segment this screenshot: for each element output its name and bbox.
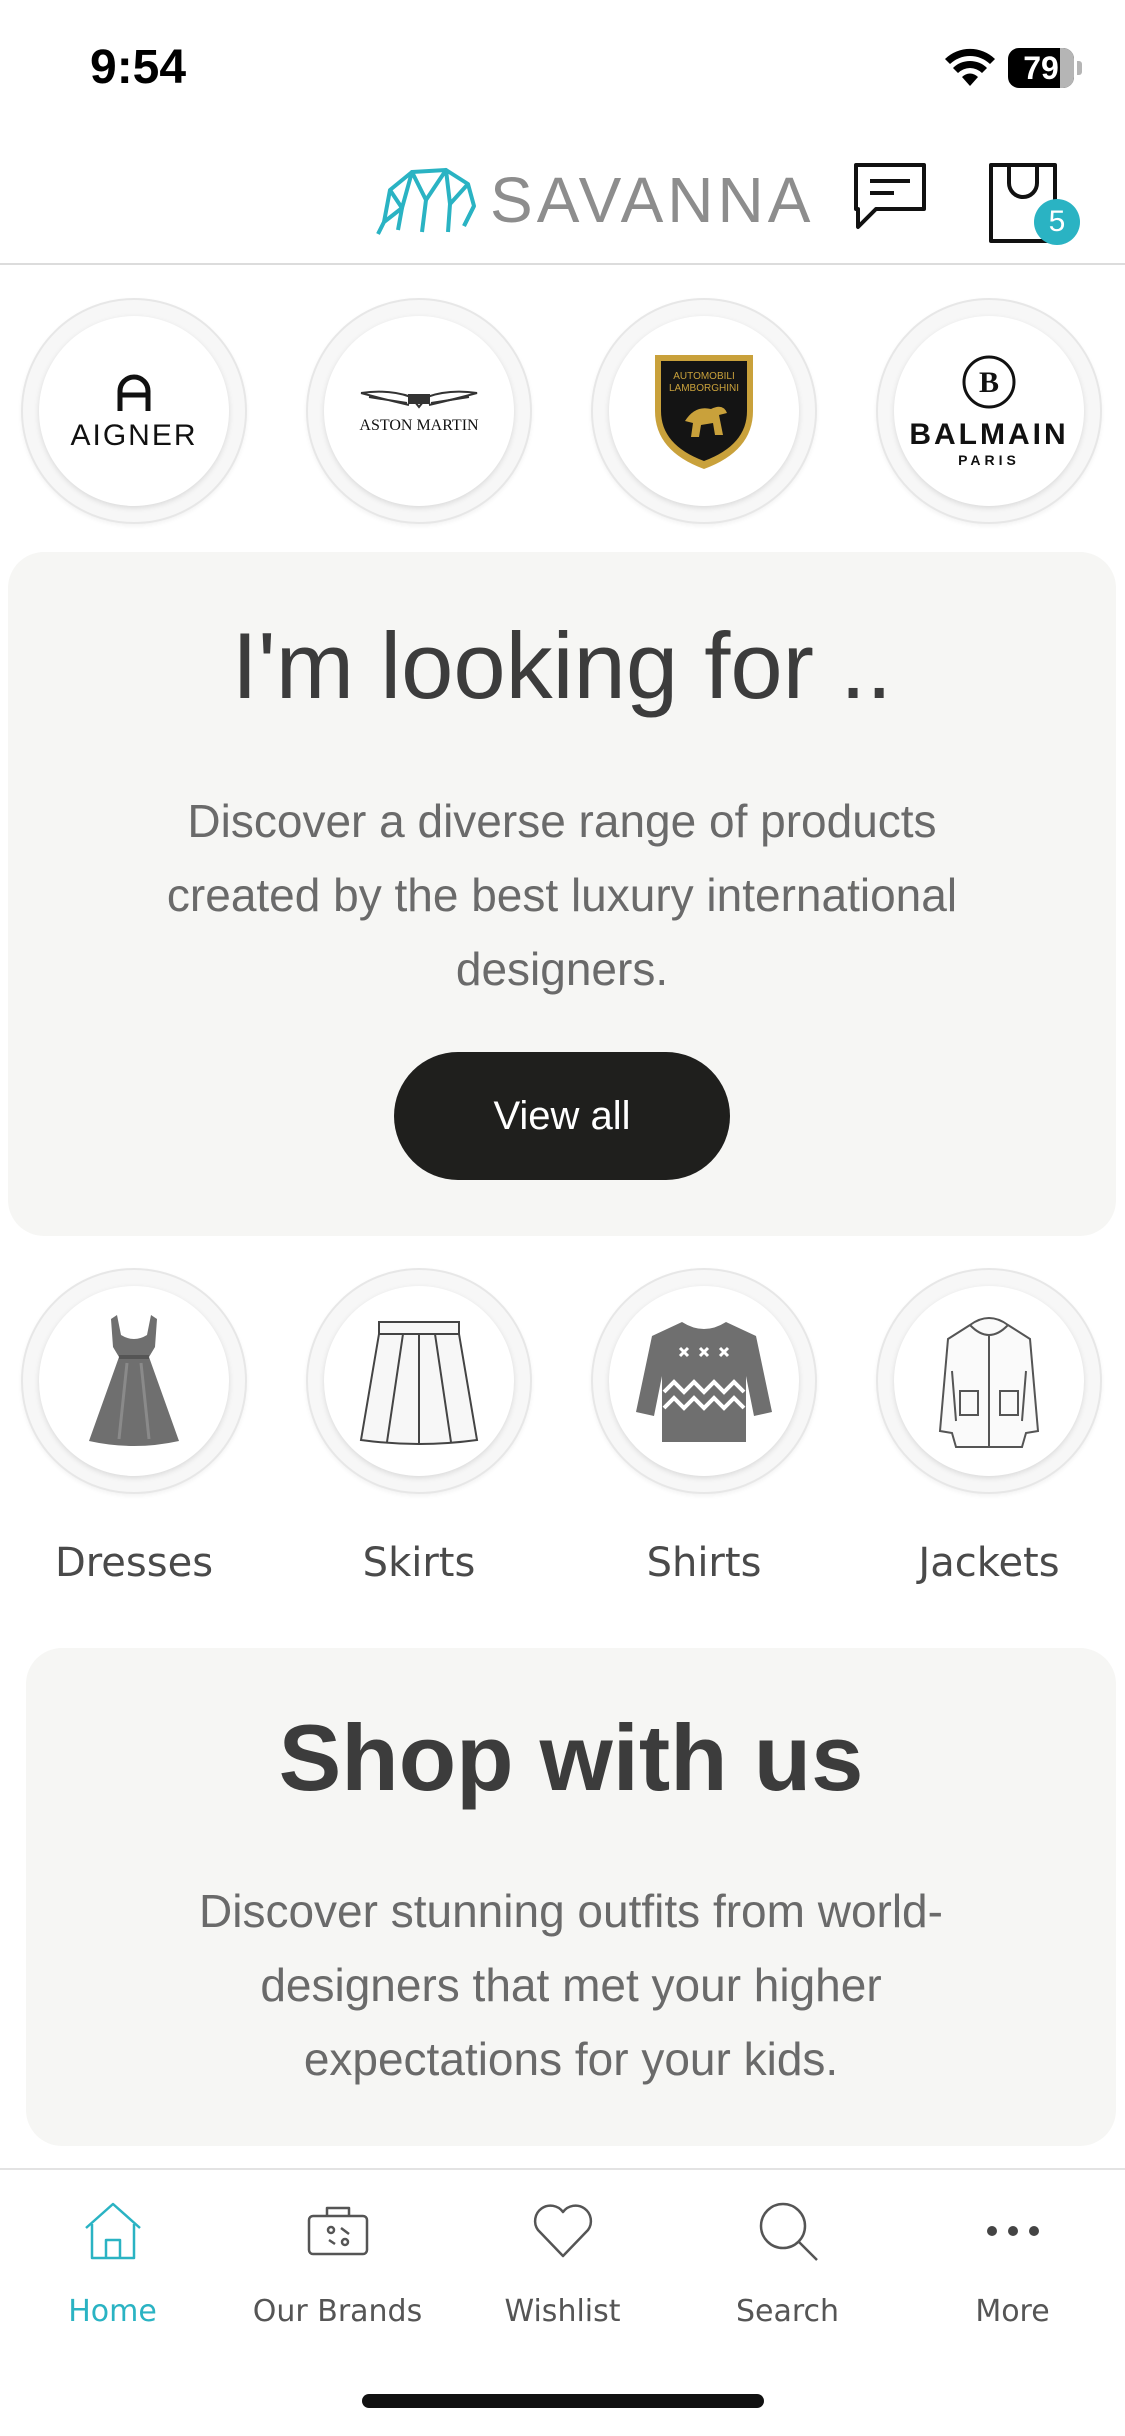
tab-label-our-brands: Our Brands <box>252 2294 423 2329</box>
shop-title: Shop with us <box>278 1705 864 1810</box>
tab-search[interactable]: Search <box>675 2170 900 2330</box>
brand-name-aigner: AIGNER <box>70 419 198 452</box>
tab-label-home: Home <box>68 2294 157 2329</box>
status-bar: 9:54 79 <box>0 0 1125 135</box>
categories-row <box>0 1268 1125 1498</box>
tab-label-search: Search <box>735 2294 840 2329</box>
search-icon <box>759 2202 818 2261</box>
aston-martin-wings-icon <box>360 390 478 409</box>
brand-name-aston-martin: ASTON MARTIN <box>359 417 479 434</box>
tab-label-more: More <box>975 2294 1050 2329</box>
tab-our-brands[interactable]: Our Brands <box>225 2170 450 2330</box>
wifi-icon <box>945 48 995 86</box>
hero-title: I'm looking for .. <box>231 613 893 718</box>
chat-icon[interactable] <box>850 159 930 233</box>
balmain-b-logo-icon: B <box>962 355 1016 409</box>
category-item-skirts[interactable] <box>306 1268 532 1494</box>
tab-home[interactable]: Home <box>0 2170 225 2330</box>
home-indicator[interactable] <box>362 2394 764 2408</box>
brand-subname-balmain: PARIS <box>958 452 1020 468</box>
category-label-jackets[interactable]: Jackets <box>849 1540 1125 1586</box>
battery-level-text: 79 <box>1023 50 1059 86</box>
hero-card: I'm looking for .. Discover a diverse ra… <box>8 552 1116 1236</box>
brand-item-lamborghini[interactable]: AUTOMOBILI LAMBORGHINI <box>591 298 817 524</box>
sweater-icon <box>636 1322 772 1442</box>
brand-item-balmain[interactable]: B BALMAIN PARIS <box>876 298 1102 524</box>
battery-indicator: 79 <box>1008 48 1082 88</box>
lamborghini-shield-icon <box>655 355 753 469</box>
home-icon <box>85 2202 141 2260</box>
app-header: SAVANNA 5 <box>0 135 1125 265</box>
category-label-shirts[interactable]: Shirts <box>564 1540 844 1586</box>
brand-name-balmain: BALMAIN <box>909 418 1069 451</box>
brand-name-lamborghini: AUTOMOBILI LAMBORGHINI <box>668 371 739 394</box>
category-item-dresses[interactable] <box>21 1268 247 1494</box>
brands-row: AIGNER ASTON MARTIN AUTOMOBILI LAMBORGHI… <box>0 298 1125 528</box>
status-time: 9:54 <box>90 41 187 94</box>
view-all-button[interactable]: View all <box>394 1052 730 1180</box>
dress-icon <box>89 1315 179 1446</box>
tab-label-wishlist: Wishlist <box>504 2294 621 2329</box>
shop-description: Discover stunning outfits from world-des… <box>199 1885 943 2085</box>
cart-count-badge: 5 <box>1034 199 1080 245</box>
svg-text:B: B <box>979 366 999 399</box>
hero-description: Discover a diverse range of products cre… <box>166 795 958 995</box>
more-dots-icon <box>987 2226 1039 2236</box>
shop-card: Shop with us Discover stunning outfits f… <box>26 1648 1116 2146</box>
elephant-logo-icon <box>376 168 476 235</box>
category-item-shirts[interactable] <box>591 1268 817 1494</box>
tab-more[interactable]: More <box>900 2170 1125 2330</box>
aigner-logo-icon <box>117 374 151 411</box>
jacket-icon <box>938 1317 1040 1448</box>
brands-case-icon <box>307 2206 369 2256</box>
savanna-logo[interactable]: SAVANNA <box>376 160 814 240</box>
skirt-icon <box>359 1321 479 1445</box>
category-label-dresses[interactable]: Dresses <box>0 1540 274 1586</box>
tab-wishlist[interactable]: Wishlist <box>450 2170 675 2330</box>
logo-text: SAVANNA <box>490 164 815 236</box>
category-label-skirts[interactable]: Skirts <box>279 1540 559 1586</box>
brand-item-aston-martin[interactable]: ASTON MARTIN <box>306 298 532 524</box>
brand-item-aigner[interactable]: AIGNER <box>21 298 247 524</box>
heart-icon <box>533 2204 593 2258</box>
category-item-jackets[interactable] <box>876 1268 1102 1494</box>
